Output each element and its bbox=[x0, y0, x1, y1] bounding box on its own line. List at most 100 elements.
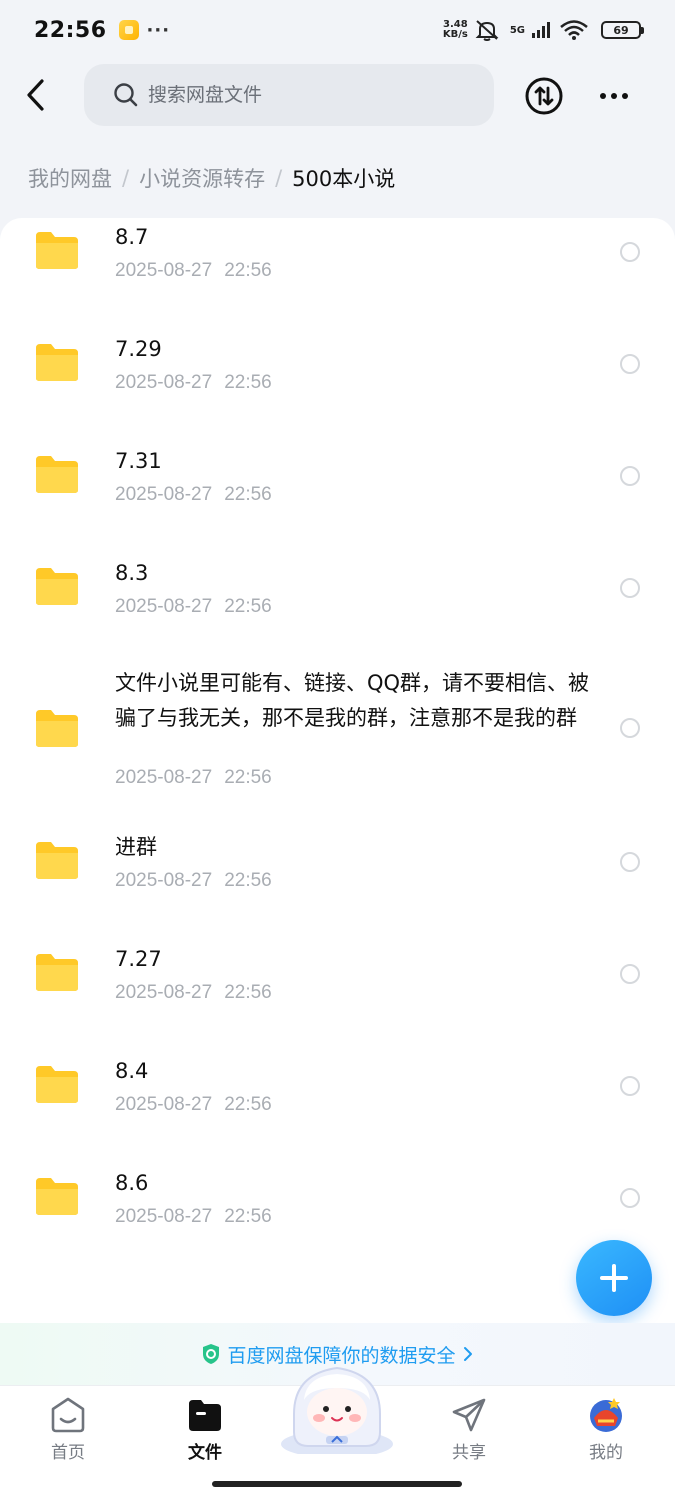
file-time: 22:56 bbox=[224, 596, 272, 617]
file-row[interactable]: 8.3 2025-08-27 22:56 bbox=[0, 554, 675, 654]
search-input[interactable] bbox=[148, 84, 448, 106]
nav-label-mine: 我的 bbox=[589, 1443, 623, 1463]
file-row[interactable]: 文件小说里可能有、链接、QQ群，请不要相信、被骗了与我无关，那不是我的群，注意那… bbox=[0, 664, 675, 804]
file-time: 22:56 bbox=[224, 767, 272, 788]
breadcrumb-separator: / bbox=[275, 166, 283, 190]
back-arrow-icon[interactable] bbox=[20, 76, 54, 114]
select-checkbox[interactable] bbox=[620, 852, 640, 872]
file-name: 8.4 bbox=[115, 1059, 149, 1083]
file-timestamp: 2025-08-27 22:56 bbox=[115, 982, 272, 1004]
nav-label-share: 共享 bbox=[452, 1443, 486, 1463]
file-list: 8.7 2025-08-27 22:56 7.29 2025-08-27 22:56… bbox=[0, 218, 675, 1323]
file-date: 2025-08-27 bbox=[115, 596, 213, 617]
file-date: 2025-08-27 bbox=[115, 982, 213, 1003]
select-checkbox[interactable] bbox=[620, 354, 640, 374]
network-speed: 3.48 KB/s bbox=[443, 20, 468, 40]
search-bar[interactable] bbox=[84, 64, 494, 126]
select-checkbox[interactable] bbox=[620, 1188, 640, 1208]
folder-icon bbox=[36, 568, 78, 605]
folder-icon bbox=[36, 710, 78, 747]
folder-icon bbox=[36, 842, 78, 879]
file-row[interactable]: 7.29 2025-08-27 22:56 bbox=[0, 330, 675, 430]
file-time: 22:56 bbox=[224, 1094, 272, 1115]
more-notifications-icon: ··· bbox=[146, 19, 171, 41]
breadcrumb-separator: / bbox=[122, 166, 130, 190]
breadcrumb-item-parent[interactable]: 小说资源转存 bbox=[139, 163, 265, 193]
file-row[interactable]: 进群 2025-08-27 22:56 bbox=[0, 828, 675, 928]
file-date: 2025-08-27 bbox=[115, 372, 213, 393]
file-name: 7.29 bbox=[115, 337, 162, 361]
nav-share[interactable]: 共享 bbox=[414, 1386, 524, 1466]
file-row[interactable]: 8.4 2025-08-27 22:56 bbox=[0, 1052, 675, 1152]
file-name: 8.3 bbox=[115, 561, 149, 585]
nav-files[interactable]: 文件 bbox=[150, 1386, 260, 1466]
wifi-icon bbox=[560, 20, 588, 40]
select-checkbox[interactable] bbox=[620, 242, 640, 262]
folder-filled-icon bbox=[189, 1400, 221, 1431]
folder-icon bbox=[36, 1178, 78, 1215]
file-time: 22:56 bbox=[224, 372, 272, 393]
nav-mine[interactable]: 我的 bbox=[551, 1386, 661, 1466]
file-name: 7.31 bbox=[115, 449, 162, 473]
add-button[interactable] bbox=[576, 1240, 652, 1316]
file-name: 8.7 bbox=[115, 225, 149, 249]
battery-level: 69 bbox=[613, 23, 629, 37]
status-time: 22:56 bbox=[34, 17, 107, 43]
status-bar: 22:56 ··· 3.48 KB/s 5G 69 bbox=[0, 0, 675, 60]
file-date: 2025-08-27 bbox=[115, 1094, 213, 1115]
file-row[interactable]: 7.27 2025-08-27 22:56 bbox=[0, 940, 675, 1040]
file-time: 22:56 bbox=[224, 982, 272, 1003]
file-timestamp: 2025-08-27 22:56 bbox=[115, 1206, 272, 1228]
nav-label-files: 文件 bbox=[188, 1443, 222, 1463]
file-row[interactable]: 7.31 2025-08-27 22:56 bbox=[0, 442, 675, 542]
folder-icon bbox=[36, 344, 78, 381]
transfer-list-icon[interactable] bbox=[524, 76, 564, 116]
search-icon bbox=[114, 83, 138, 107]
file-timestamp: 2025-08-27 22:56 bbox=[115, 596, 272, 618]
file-name: 文件小说里可能有、链接、QQ群，请不要相信、被骗了与我无关，那不是我的群，注意那… bbox=[115, 671, 590, 730]
notification-app-icon bbox=[118, 20, 139, 40]
more-dot-icon bbox=[600, 93, 606, 99]
file-timestamp: 2025-08-27 22:56 bbox=[115, 767, 272, 789]
file-time: 22:56 bbox=[224, 260, 272, 281]
file-name: 8.6 bbox=[115, 1171, 149, 1195]
select-checkbox[interactable] bbox=[620, 578, 640, 598]
folder-icon bbox=[36, 954, 78, 991]
select-checkbox[interactable] bbox=[620, 1076, 640, 1096]
file-row[interactable]: 8.6 2025-08-27 22:56 bbox=[0, 1164, 675, 1264]
breadcrumb-item-current: 500本小说 bbox=[292, 167, 396, 191]
nav-home[interactable]: 首页 bbox=[13, 1386, 123, 1466]
shield-icon bbox=[203, 1344, 220, 1364]
breadcrumb-item-root[interactable]: 我的网盘 bbox=[28, 163, 112, 193]
more-options-button[interactable] bbox=[594, 76, 634, 116]
breadcrumb: 我的网盘 / 小说资源转存 / 500本小说 bbox=[28, 160, 395, 196]
file-date: 2025-08-27 bbox=[115, 260, 213, 281]
home-face-icon bbox=[51, 1397, 85, 1433]
select-checkbox[interactable] bbox=[620, 466, 640, 486]
select-checkbox[interactable] bbox=[620, 718, 640, 738]
select-checkbox[interactable] bbox=[620, 964, 640, 984]
top-bar bbox=[0, 62, 675, 128]
folder-icon bbox=[36, 1066, 78, 1103]
file-timestamp: 2025-08-27 22:56 bbox=[115, 870, 272, 892]
mute-bell-icon bbox=[475, 20, 499, 41]
file-date: 2025-08-27 bbox=[115, 767, 213, 788]
plus-icon bbox=[600, 1264, 628, 1292]
home-indicator[interactable] bbox=[212, 1481, 462, 1487]
more-dot-icon bbox=[622, 93, 628, 99]
nav-label-home: 首页 bbox=[51, 1443, 85, 1463]
file-date: 2025-08-27 bbox=[115, 484, 213, 505]
file-date: 2025-08-27 bbox=[115, 1206, 213, 1227]
file-timestamp: 2025-08-27 22:56 bbox=[115, 372, 272, 394]
file-time: 22:56 bbox=[224, 1206, 272, 1227]
network-type: 5G bbox=[509, 24, 525, 36]
folder-icon bbox=[36, 232, 78, 269]
more-dot-icon bbox=[611, 93, 617, 99]
status-indicators: 3.48 KB/s 5G 69 bbox=[443, 19, 644, 41]
mascot-assistant-icon[interactable] bbox=[276, 1354, 398, 1454]
battery-indicator: 69 bbox=[601, 21, 644, 39]
file-row[interactable]: 8.7 2025-08-27 22:56 bbox=[0, 218, 675, 318]
file-date: 2025-08-27 bbox=[115, 870, 213, 891]
file-name: 进群 bbox=[115, 835, 157, 859]
chevron-right-icon bbox=[463, 1347, 472, 1361]
